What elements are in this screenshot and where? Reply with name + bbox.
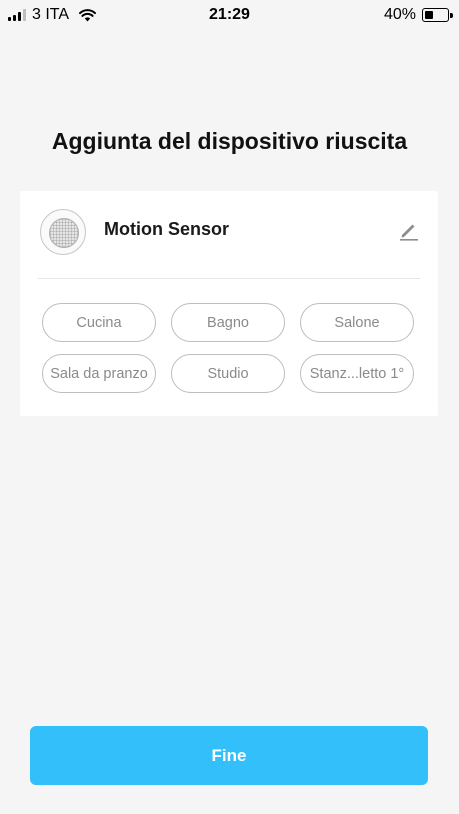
status-bar: 3 ITA 21:29 40% [0,0,459,30]
room-chip-studio[interactable]: Studio [171,354,285,393]
edit-pencil-icon[interactable] [398,219,420,241]
room-chip-stanza-letto[interactable]: Stanz...letto 1° [300,354,414,393]
device-row: Motion Sensor [20,207,438,267]
room-chip-cucina[interactable]: Cucina [42,303,156,342]
room-chip-salone[interactable]: Salone [300,303,414,342]
device-card: Motion Sensor Cucina Bagno Salone Sala d… [20,191,438,416]
room-chips: Cucina Bagno Salone Sala da pranzo Studi… [42,303,414,393]
divider [38,278,420,279]
page-title: Aggiunta del dispositivo riuscita [51,128,408,154]
battery-icon [422,8,453,22]
screen: 3 ITA 21:29 40% Aggiunta del dispositivo… [0,0,459,814]
battery-level [425,11,433,19]
motion-sensor-icon [40,209,86,255]
room-chip-bagno[interactable]: Bagno [171,303,285,342]
status-right: 40% [383,6,453,24]
room-chip-sala-da-pranzo[interactable]: Sala da pranzo [42,354,156,393]
done-button[interactable]: Fine [30,726,428,785]
device-name: Motion Sensor [104,219,229,239]
battery-percent: 40% [383,6,416,23]
